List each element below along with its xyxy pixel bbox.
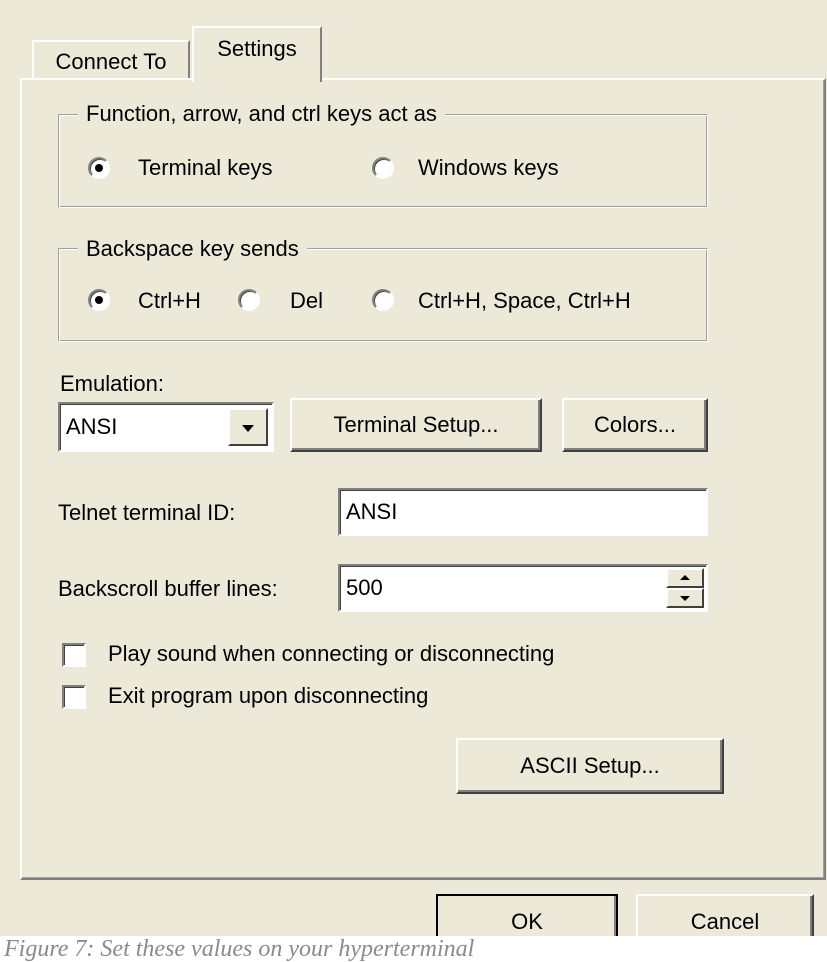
windows-keys-radio[interactable] [372, 157, 394, 179]
function-keys-legend: Function, arrow, and ctrl keys act as [78, 101, 445, 127]
spinner-down-button[interactable] [666, 588, 704, 608]
windows-keys-label: Windows keys [418, 155, 559, 180]
backspace-ctrl-h-label: Ctrl+H [138, 288, 201, 313]
exit-program-label: Exit program upon disconnecting [108, 683, 429, 708]
backscroll-input[interactable]: 500 [338, 564, 708, 612]
backspace-del-radio[interactable] [238, 289, 260, 311]
terminal-keys-label: Terminal keys [138, 155, 273, 180]
emulation-select[interactable]: ANSI [58, 402, 274, 452]
telnet-terminal-id-input[interactable]: ANSI [338, 488, 708, 536]
terminal-setup-button[interactable]: Terminal Setup... [290, 398, 542, 452]
ascii-setup-button[interactable]: ASCII Setup... [456, 738, 724, 794]
tab-connect-to[interactable]: Connect To [32, 40, 190, 80]
tab-settings-label: Settings [217, 36, 297, 61]
emulation-select-value: ANSI [66, 414, 118, 439]
play-sound-checkbox[interactable] [62, 643, 86, 667]
play-sound-label: Play sound when connecting or disconnect… [108, 641, 555, 666]
telnet-terminal-id-label: Telnet terminal ID: [58, 500, 236, 525]
figure-caption: Figure 7: Set these values on your hyper… [0, 936, 827, 962]
backspace-ctrl-h-space-label: Ctrl+H, Space, Ctrl+H [418, 288, 631, 313]
chevron-down-icon [242, 425, 254, 432]
terminal-keys-radio[interactable] [88, 157, 110, 179]
tab-settings[interactable]: Settings [192, 26, 322, 82]
backscroll-label: Backscroll buffer lines: [58, 576, 278, 601]
spinner-up-button[interactable] [666, 568, 704, 588]
backspace-del-label: Del [290, 288, 324, 313]
emulation-label: Emulation: [60, 371, 164, 396]
backspace-legend: Backspace key sends [78, 236, 307, 262]
chevron-up-icon [680, 575, 690, 580]
backscroll-value: 500 [346, 575, 383, 600]
emulation-dropdown-button[interactable] [228, 408, 268, 446]
telnet-terminal-id-value: ANSI [346, 499, 398, 524]
exit-program-checkbox[interactable] [62, 685, 86, 709]
backspace-ctrl-h-radio[interactable] [88, 289, 110, 311]
colors-button[interactable]: Colors... [562, 398, 708, 452]
chevron-down-icon [680, 596, 690, 601]
backspace-ctrl-h-space-radio[interactable] [372, 289, 394, 311]
tab-connect-to-label: Connect To [55, 49, 167, 74]
